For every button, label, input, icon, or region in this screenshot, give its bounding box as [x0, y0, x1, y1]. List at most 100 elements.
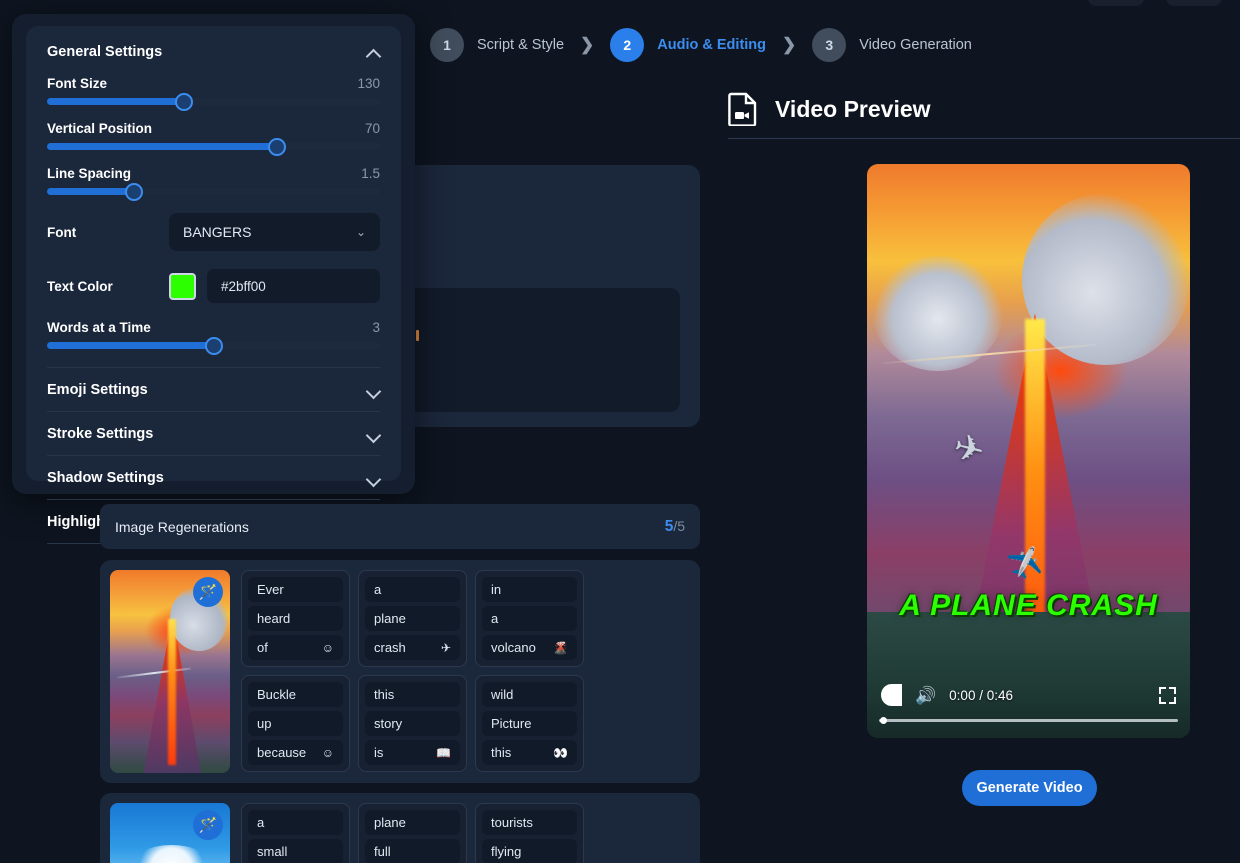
slider-thumb[interactable]	[268, 138, 286, 156]
text-color-row: Text Color #2bff00	[47, 269, 380, 303]
generate-video-button[interactable]: Generate Video	[962, 770, 1097, 806]
word-group[interactable]: Buckle up because☺	[241, 675, 350, 772]
hex-color-value: #2bff00	[221, 279, 266, 294]
word-group[interactable]: tourists flying	[475, 803, 584, 863]
word-group[interactable]: in a volcano🌋	[475, 570, 584, 667]
time-display: 0:00 / 0:46	[949, 688, 1013, 703]
word-group[interactable]: this story is📖	[358, 675, 467, 772]
video-preview-header: Video Preview	[728, 92, 931, 126]
word-tile[interactable]: story	[365, 711, 460, 736]
line-spacing-slider[interactable]	[47, 188, 380, 195]
step-video-generation[interactable]: 3 Video Generation	[812, 28, 972, 62]
word-text: story	[374, 716, 402, 731]
word-tile[interactable]: Ever	[248, 577, 343, 602]
word-text: full	[374, 844, 391, 859]
emoji-settings-section[interactable]: Emoji Settings	[47, 368, 380, 411]
word-tile[interactable]: plane	[365, 810, 460, 835]
words-at-a-time-slider[interactable]	[47, 342, 380, 349]
scene-thumbnail-volcano[interactable]: 🪄	[110, 570, 230, 773]
slider-thumb[interactable]	[175, 93, 193, 111]
word-tile[interactable]: a	[365, 577, 460, 602]
word-tile[interactable]: in	[482, 577, 577, 602]
general-settings-header[interactable]: General Settings	[47, 44, 380, 60]
regenerations-total: /5	[673, 518, 685, 534]
word-text: of	[257, 640, 268, 655]
play-button[interactable]	[881, 684, 902, 706]
word-text: because	[257, 745, 306, 760]
word-tile[interactable]: heard	[248, 606, 343, 631]
word-group[interactable]: a plane crash✈	[358, 570, 467, 667]
word-groups: Ever heard of☺ a plane crash✈ in a volca…	[241, 570, 690, 773]
fullscreen-icon[interactable]	[1159, 687, 1176, 704]
word-group[interactable]: plane full	[358, 803, 467, 863]
word-tile[interactable]: flying	[482, 839, 577, 863]
word-tile[interactable]: is📖	[365, 740, 460, 765]
contrail-decoration	[117, 667, 191, 678]
word-text: small	[257, 844, 287, 859]
word-tile[interactable]: wild	[482, 682, 577, 707]
font-size-field: Font Size 130	[47, 76, 380, 105]
scene-thumbnail-sky[interactable]: 🪄	[110, 803, 230, 863]
word-text: plane	[374, 815, 406, 830]
general-settings-title: General Settings	[47, 44, 162, 60]
font-family-dropdown[interactable]: BANGERS ⌄	[169, 213, 380, 251]
slider-fill	[47, 342, 214, 349]
step-script-style[interactable]: 1 Script & Style	[430, 28, 564, 62]
word-text: a	[491, 611, 498, 626]
word-text: this	[374, 687, 394, 702]
scene-card: 🪄 Ever heard of☺ a plane crash✈ in a vol…	[100, 560, 700, 783]
step-label: Audio & Editing	[657, 37, 766, 53]
word-tile[interactable]: a	[248, 810, 343, 835]
word-tile[interactable]: plane	[365, 606, 460, 631]
word-tile[interactable]: small	[248, 839, 343, 863]
regenerate-image-button[interactable]: 🪄	[193, 810, 223, 840]
slider-thumb[interactable]	[125, 183, 143, 201]
shadow-settings-section[interactable]: Shadow Settings	[47, 456, 380, 499]
slider-thumb[interactable]	[205, 337, 223, 355]
word-tile[interactable]: tourists	[482, 810, 577, 835]
word-group[interactable]: a small	[241, 803, 350, 863]
player-controls: 🔊 0:00 / 0:46	[867, 678, 1190, 712]
word-group[interactable]: wild Picture this👀	[475, 675, 584, 772]
word-text: flying	[491, 844, 521, 859]
word-text: wild	[491, 687, 513, 702]
volume-icon[interactable]: 🔊	[915, 687, 936, 704]
word-tile[interactable]: crash✈	[365, 635, 460, 660]
word-tile[interactable]: this👀	[482, 740, 577, 765]
word-tile[interactable]: because☺	[248, 740, 343, 765]
font-size-slider[interactable]	[47, 98, 380, 105]
chevron-up-icon[interactable]	[367, 46, 380, 59]
word-tile[interactable]: Picture	[482, 711, 577, 736]
image-regenerations-bar: Image Regenerations 5/5	[100, 504, 700, 549]
step-number: 2	[610, 28, 644, 62]
step-audio-editing[interactable]: 2 Audio & Editing	[610, 28, 766, 62]
word-tile[interactable]: up	[248, 711, 343, 736]
video-player[interactable]: ✈ ✈️ A PLANE CRASH 🔊 0:00 / 0:46	[867, 164, 1190, 738]
word-tile[interactable]: volcano🌋	[482, 635, 577, 660]
regenerate-image-button[interactable]: 🪄	[193, 577, 223, 607]
words-at-a-time-field: Words at a Time 3	[47, 320, 380, 349]
progress-bar[interactable]	[879, 719, 1178, 722]
video-file-icon	[728, 92, 758, 126]
word-tile[interactable]: a	[482, 606, 577, 631]
word-tile[interactable]: this	[365, 682, 460, 707]
chevron-down-icon[interactable]	[367, 428, 380, 441]
stroke-settings-section[interactable]: Stroke Settings	[47, 412, 380, 455]
font-family-row: Font BANGERS ⌄	[47, 213, 380, 251]
word-tile[interactable]: full	[365, 839, 460, 863]
word-group[interactable]: Ever heard of☺	[241, 570, 350, 667]
top-pill-1	[1088, 0, 1144, 6]
words-at-a-time-value: 3	[372, 320, 380, 335]
chevron-down-icon[interactable]	[367, 384, 380, 397]
progress-handle[interactable]	[880, 717, 887, 724]
hex-color-input[interactable]: #2bff00	[207, 269, 380, 303]
chevron-down-icon[interactable]	[367, 472, 380, 485]
word-groups: a small plane full tourists flying a stu…	[241, 803, 690, 863]
word-tile[interactable]: Buckle	[248, 682, 343, 707]
vertical-position-slider[interactable]	[47, 143, 380, 150]
word-text: Picture	[491, 716, 531, 731]
orange-marker	[416, 330, 419, 341]
color-swatch[interactable]	[169, 273, 196, 300]
font-family-value: BANGERS	[183, 224, 251, 240]
word-tile[interactable]: of☺	[248, 635, 343, 660]
